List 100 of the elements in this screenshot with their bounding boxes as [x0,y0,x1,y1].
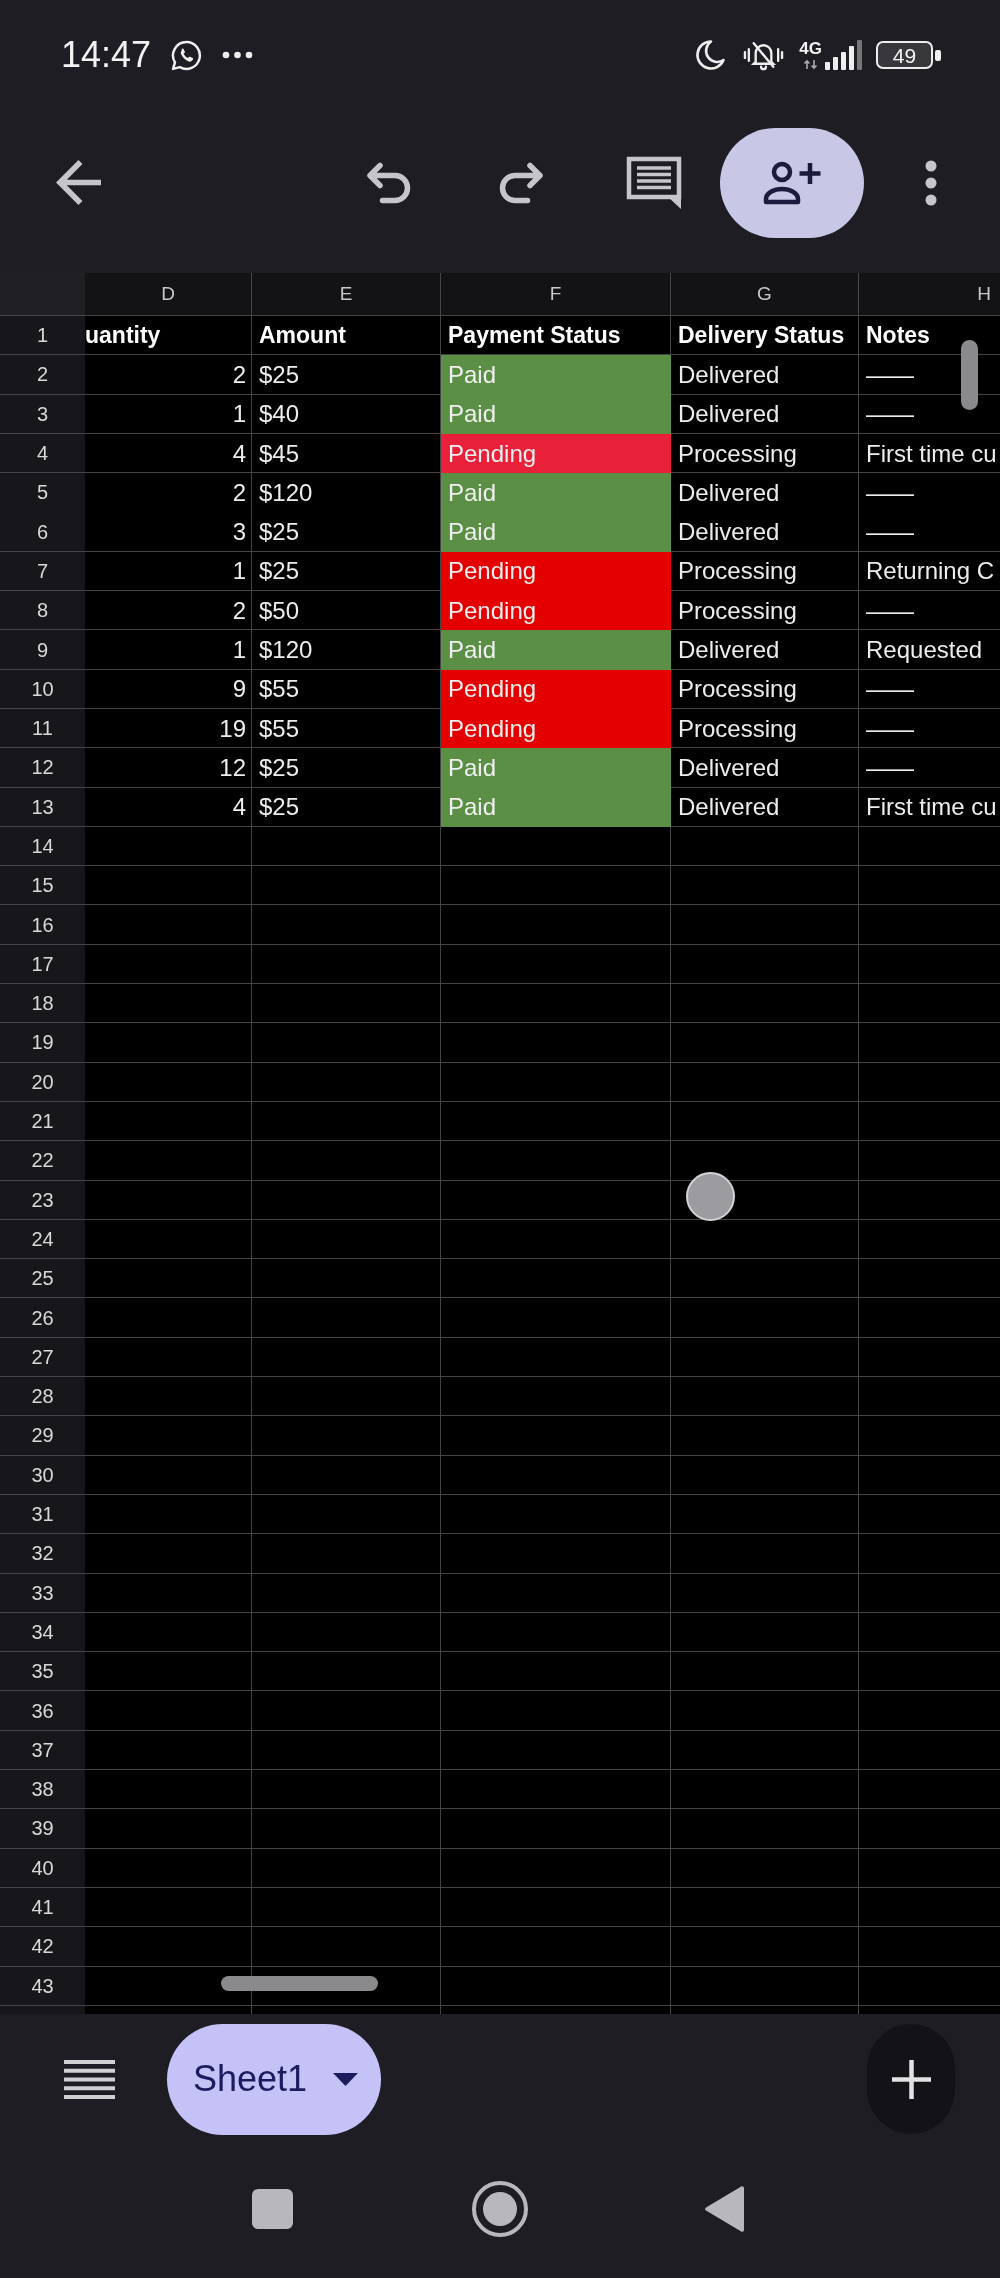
phone-bubble-icon [170,38,204,72]
note-text: —— [866,675,914,704]
status-cell: Pending [441,669,671,709]
row-number[interactable]: 9 [0,630,85,670]
status-cell: Paid [441,512,671,552]
row-number[interactable]: 23 [0,1180,85,1220]
row-number[interactable]: 15 [0,866,85,906]
delivery-status: Delivered [678,518,780,547]
column-header[interactable]: D [85,273,252,315]
note-text: —— [866,400,914,429]
amount-value: $55 [259,714,300,743]
row-number[interactable]: 31 [0,1494,85,1535]
row-number[interactable]: 36 [0,1691,85,1731]
square-icon [252,2189,293,2229]
status-cell: Pending [441,708,671,749]
row-number[interactable]: 10 [0,669,85,709]
quantity-value: 1 [232,400,246,429]
row-number[interactable]: 3 [0,394,85,434]
row-number[interactable]: 22 [0,1141,85,1181]
note-text: First time cu [866,439,997,468]
column-title: uantity [85,322,161,350]
row-number[interactable]: 33 [0,1573,85,1613]
row-number[interactable]: 32 [0,1534,85,1574]
row-number[interactable]: 21 [0,1101,85,1142]
column-title: Payment Status [448,322,621,350]
row-number[interactable]: 11 [0,708,85,749]
column-title: Amount [259,322,346,350]
row-number[interactable]: 28 [0,1377,85,1417]
row-number[interactable]: 37 [0,1730,85,1770]
row-number[interactable]: 13 [0,787,85,827]
row-number[interactable]: 30 [0,1455,85,1495]
status-cell: Paid [441,394,671,434]
undo-icon [367,161,411,204]
row-number[interactable]: 16 [0,905,85,945]
row-number[interactable]: 27 [0,1337,85,1377]
delivery-status: Delivered [678,636,780,664]
quantity-value: 9 [232,675,246,704]
row-number[interactable]: 25 [0,1259,85,1299]
arrow-left-icon [55,160,101,205]
delivery-status: Delivered [678,478,780,507]
row-number[interactable]: 14 [0,826,85,867]
row-number[interactable]: 26 [0,1298,85,1338]
delivery-status: Processing [678,439,797,468]
column-header[interactable]: E [252,273,441,315]
column-header[interactable]: G [671,273,859,315]
row-number[interactable]: 39 [0,1809,85,1849]
status-cell: Paid [441,630,671,670]
quantity-value: 1 [232,557,246,586]
note-text: —— [866,478,914,507]
delivery-status: Delivered [678,360,780,389]
touch-point-icon [686,1172,735,1221]
delivery-status: Delivered [678,793,780,822]
circle-icon [472,2181,528,2237]
horizontal-scrollbar[interactable] [221,1976,378,1991]
row-number[interactable]: 17 [0,944,85,985]
caret-icon [333,2072,359,2086]
quantity-value: 3 [232,518,246,547]
row-number[interactable]: 1 [0,316,85,356]
row-number[interactable]: 42 [0,1927,85,1967]
row-number[interactable]: 38 [0,1770,85,1810]
row-number[interactable]: 20 [0,1062,85,1102]
note-text: Returning C [866,557,995,586]
row-number[interactable]: 24 [0,1219,85,1260]
signal-icon [823,40,863,70]
status-time: 14:47 [61,37,152,73]
row-number[interactable]: 18 [0,984,85,1024]
row-number[interactable]: 4 [0,433,85,474]
column-header[interactable]: H [859,273,1000,315]
note-text: —— [866,596,914,625]
amount-value: $45 [259,439,300,468]
row-number[interactable]: 2 [0,355,85,395]
network-type: 4G [799,40,822,57]
sheet-tab[interactable]: Sheet1 [167,2023,381,2135]
row-number[interactable]: 40 [0,1848,85,1888]
row-number[interactable]: 34 [0,1612,85,1653]
redo-icon [499,161,543,204]
plus-icon [891,2059,931,2099]
battery-percentage: 49 [876,41,933,69]
status-cell: Paid [441,473,671,513]
row-number[interactable]: 8 [0,591,85,631]
delivery-status: Processing [678,714,797,743]
row-number[interactable]: 12 [0,748,85,788]
status-cell: Paid [441,787,671,827]
row-number[interactable]: 7 [0,551,85,592]
quantity-value: 2 [232,596,246,625]
column-header[interactable]: F [441,273,671,315]
note-text: —— [866,714,914,743]
quantity-value: 12 [219,753,246,782]
row-number[interactable]: 35 [0,1652,85,1692]
row-number[interactable]: 43 [0,1966,85,2006]
row-number[interactable]: 19 [0,1023,85,1063]
row-number[interactable]: 29 [0,1416,85,1456]
triangle-icon [705,2186,744,2232]
note-text: —— [866,518,914,547]
row-number[interactable]: 5 [0,473,85,513]
column-title: Notes [866,322,930,350]
row-number[interactable]: 6 [0,512,85,552]
row-number[interactable]: 41 [0,1887,85,1928]
vertical-scrollbar[interactable] [961,340,978,410]
column-title: Delivery Status [678,322,845,350]
